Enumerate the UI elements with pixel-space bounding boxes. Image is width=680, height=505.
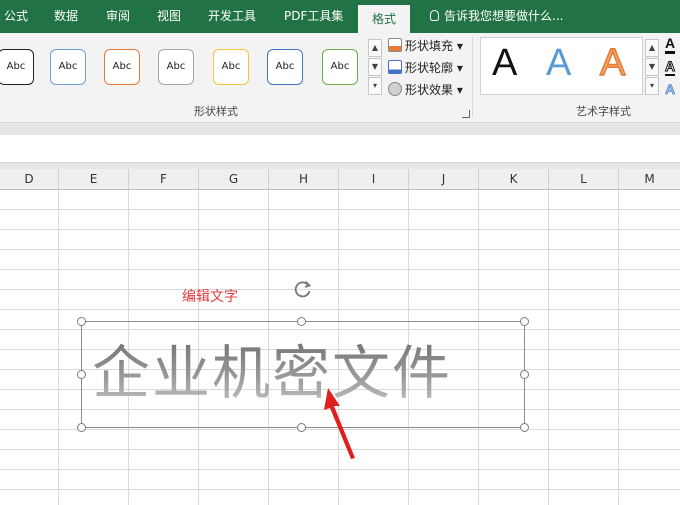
column-header-e[interactable]: E	[59, 169, 129, 190]
resize-handle[interactable]	[77, 317, 86, 326]
column-header-i[interactable]: I	[339, 169, 409, 190]
shape-fill-label: 形状填充	[405, 39, 454, 53]
shape-effects-label: 形状效果	[405, 83, 454, 97]
rotate-handle-icon[interactable]	[293, 279, 313, 299]
gallery-scroll-up-button[interactable]: ▲	[368, 39, 382, 57]
shape-style-swatch[interactable]: Abc	[213, 49, 249, 85]
shape-style-swatch[interactable]: Abc	[322, 49, 358, 85]
column-header-f[interactable]: F	[129, 169, 199, 190]
shape-outline-label: 形状轮廓	[405, 61, 454, 75]
ribbon-tab-bar: 公式 数据 审阅 视图 开发工具 PDF工具集 格式 告诉我您想要做什么...	[0, 0, 680, 33]
formula-bar[interactable]	[0, 135, 680, 163]
wordart-scroll-down-button[interactable]: ▼	[645, 58, 659, 76]
red-arrow-icon	[324, 388, 355, 459]
shape-style-swatch[interactable]: Abc	[50, 49, 86, 85]
resize-handle[interactable]	[520, 423, 529, 432]
tab-formulas[interactable]: 公式	[4, 0, 28, 33]
shape-effects-icon	[388, 82, 402, 96]
shape-style-swatch[interactable]: Abc	[0, 49, 34, 85]
wordart-style-black[interactable]: A	[492, 41, 517, 85]
tab-format[interactable]: 格式	[358, 5, 411, 33]
paint-bucket-icon	[388, 38, 402, 52]
tell-me-text: 告诉我您想要做什么...	[444, 9, 564, 23]
column-header-k[interactable]: K	[479, 169, 549, 190]
column-header-l[interactable]: L	[549, 169, 619, 190]
shape-fill-button[interactable]: 形状填充 ▾	[388, 36, 463, 56]
tab-review[interactable]: 审阅	[106, 0, 130, 33]
tell-me-search[interactable]: 告诉我您想要做什么...	[430, 0, 563, 33]
resize-handle[interactable]	[297, 423, 306, 432]
wordart-scroll-up-button[interactable]: ▲	[645, 39, 659, 57]
wordart-styles-group-label: 艺术字样式	[576, 105, 631, 118]
resize-handle[interactable]	[520, 317, 529, 326]
wordart-style-blue[interactable]: A	[546, 41, 571, 85]
column-header-h[interactable]: H	[269, 169, 339, 190]
tab-developer[interactable]: 开发工具	[208, 0, 256, 33]
ribbon-panel: Abc Abc Abc Abc Abc Abc Abc ▲ ▼ ▾ 形状填充 ▾…	[0, 33, 680, 123]
resize-handle[interactable]	[297, 317, 306, 326]
text-fill-button[interactable]: A	[665, 35, 676, 54]
column-header-g[interactable]: G	[199, 169, 269, 190]
wordart-style-orange-outline[interactable]: A	[599, 41, 626, 85]
resize-handle[interactable]	[77, 370, 86, 379]
group-separator	[472, 37, 473, 117]
wordart-more-button[interactable]: ▾	[645, 77, 659, 95]
tab-data[interactable]: 数据	[54, 0, 78, 33]
dialog-launcher-icon[interactable]	[462, 110, 470, 118]
column-header-m[interactable]: M	[619, 169, 680, 190]
column-header-j[interactable]: J	[409, 169, 479, 190]
shape-style-swatch[interactable]: Abc	[158, 49, 194, 85]
tab-view[interactable]: 视图	[157, 0, 181, 33]
shape-styles-group-label: 形状样式	[194, 105, 238, 118]
text-outline-button[interactable]: A	[664, 58, 676, 76]
column-header-d[interactable]: D	[0, 169, 59, 190]
shape-outline-button[interactable]: 形状轮廓 ▾	[388, 58, 463, 78]
shape-style-swatch[interactable]: Abc	[267, 49, 303, 85]
resize-handle[interactable]	[520, 370, 529, 379]
annotation-label: 编辑文字	[182, 289, 238, 305]
resize-handle[interactable]	[77, 423, 86, 432]
lightbulb-icon	[430, 10, 439, 21]
gallery-scroll-down-button[interactable]: ▼	[368, 58, 382, 76]
pencil-outline-icon	[388, 60, 402, 74]
gallery-more-button[interactable]: ▾	[368, 77, 382, 95]
wordart-text[interactable]: 企业机密文件	[92, 330, 452, 416]
text-effects-button[interactable]: A	[665, 81, 676, 98]
ribbon-bottom-border	[0, 123, 680, 135]
shape-style-swatch[interactable]: Abc	[104, 49, 140, 85]
tab-pdf-tools[interactable]: PDF工具集	[284, 0, 343, 33]
shape-effects-button[interactable]: 形状效果 ▾	[388, 80, 463, 100]
